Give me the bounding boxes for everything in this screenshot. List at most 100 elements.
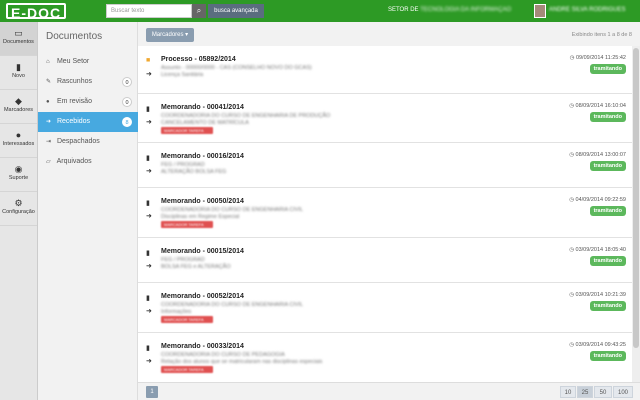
sidebar-item-recebidos[interactable]: ➜ Recebidos 8 [38, 112, 138, 132]
document-date: ◷ 09/09/2014 11:25:42 [570, 55, 626, 61]
status-badge: tramitando [589, 256, 626, 266]
document-row[interactable]: ▮ ➜ Memorando - 00033/2014 COORDENADORIA… [138, 333, 632, 382]
document-origin: Assunto - 00000/0000 - CAS (CONSELHO NOV… [161, 65, 312, 71]
sign-in-icon: ➜ [146, 263, 152, 270]
document-row[interactable]: ▮ ➜ Memorando - 00041/2014 COORDENADORIA… [138, 94, 632, 143]
file-icon: ▮ [146, 200, 150, 207]
document-origin: FEG / PROGRAD [161, 162, 205, 168]
search-icon: ⌕ [196, 6, 202, 15]
document-origin: COORDENADORIA DO CURSO DE ENGENHARIA CIV… [161, 207, 304, 213]
page-size-10[interactable]: 10 [560, 386, 576, 398]
pagination-bar: 1 10 25 50 100 [138, 382, 640, 400]
document-title[interactable]: Memorando - 00015/2014 [161, 248, 244, 255]
date-text: 08/09/2014 16:10:04 [575, 103, 626, 109]
date-text: 08/09/2014 13:00:07 [575, 152, 626, 158]
top-bar: E-DOC Buscar texto ⌕ busca avançada SETO… [0, 0, 640, 22]
status-badge: tramitando [589, 351, 626, 361]
file-icon: ▮ [146, 106, 150, 113]
status-badge: tramitando [589, 301, 626, 311]
count-badge: 8 [122, 117, 132, 127]
document-subject: Licença Sanitária [161, 72, 204, 78]
sign-in-icon: ➜ [146, 308, 152, 315]
advanced-search-button[interactable]: busca avançada [208, 4, 264, 18]
page-size-25[interactable]: 25 [577, 386, 593, 398]
app-logo[interactable]: E-DOC [6, 3, 67, 21]
sidebar-item-label: Arquivados [56, 158, 92, 165]
date-text: 04/09/2014 09:22:59 [575, 197, 626, 203]
home-icon: ⌂ [46, 59, 50, 65]
nav-label: Novo [12, 73, 25, 79]
nav-item-interessados[interactable]: ● Interessados [0, 124, 37, 158]
count-badge: 0 [122, 77, 132, 87]
file-icon: ▮ [146, 155, 150, 162]
document-subject: Informações [161, 309, 192, 315]
nav-item-configuracao[interactable]: ⚙ Configuração [0, 192, 37, 226]
cogs-icon: ⚙ [14, 198, 23, 208]
document-subject: Disciplinas em Regime Especial [161, 214, 240, 220]
nav-item-suporte[interactable]: ◉ Suporte [0, 158, 37, 192]
status-badge: tramitando [589, 64, 626, 74]
nav-item-marcadores[interactable]: ◆ Marcadores [0, 90, 37, 124]
document-row[interactable]: ■ ➜ Processo - 05892/2014 Assunto - 0000… [138, 46, 632, 94]
list-scrollbar[interactable] [632, 46, 640, 382]
document-subject: Relação dos alunos que se matricularam n… [161, 359, 323, 365]
sidebar-item-arquivados[interactable]: ▱ Arquivados [38, 152, 138, 172]
document-date: ◷ 03/09/2014 09:43:25 [569, 342, 626, 348]
marker-tag[interactable]: MARCADOR TAREFA [161, 127, 213, 134]
status-badge: tramitando [589, 161, 626, 171]
sidebar-item-em-revisao[interactable]: ● Em revisão 0 [38, 92, 138, 112]
document-date: ◷ 04/09/2014 09:22:59 [569, 197, 626, 203]
nav-item-documentos[interactable]: ▭ Documentos [0, 22, 37, 56]
sign-in-icon: ➜ [146, 71, 152, 78]
document-title[interactable]: Processo - 05892/2014 [161, 56, 236, 63]
status-badge: tramitando [589, 112, 626, 122]
sidebar-item-label: Despachados [56, 138, 100, 145]
document-title[interactable]: Memorando - 00050/2014 [161, 198, 244, 205]
sidebar-item-rascunhos[interactable]: ✎ Rascunhos 0 [38, 72, 138, 92]
marker-tag[interactable]: MARCADOR TAREFA [161, 366, 213, 373]
sidebar-item-despachados[interactable]: ⇥ Despachados [38, 132, 138, 152]
document-title[interactable]: Memorando - 00016/2014 [161, 153, 244, 160]
nav-label: Marcadores [3, 107, 34, 113]
sign-in-icon: ➜ [146, 168, 152, 175]
file-icon: ▮ [146, 345, 150, 352]
items-count: Exibindo itens 1 a 8 de 8 [571, 32, 632, 38]
page-size-100[interactable]: 100 [613, 386, 633, 398]
page-button-1[interactable]: 1 [146, 386, 158, 398]
marker-tag[interactable]: MARCADOR TAREFA [161, 316, 213, 323]
user-menu[interactable]: ANDRÉ SILVA RODRIGUES [549, 7, 625, 13]
page-size-50[interactable]: 50 [594, 386, 612, 398]
tags-icon: ◆ [15, 96, 22, 106]
marcadores-dropdown[interactable]: Marcadores ▾ [146, 28, 194, 42]
date-text: 09/09/2014 11:25:42 [575, 55, 626, 61]
document-row[interactable]: ▮ ➜ Memorando - 00016/2014 FEG / PROGRAD… [138, 143, 632, 188]
sign-out-icon: ⇥ [46, 139, 52, 145]
document-date: ◷ 03/09/2014 10:21:39 [569, 292, 626, 298]
nav-label: Configuração [2, 209, 35, 215]
date-text: 03/09/2014 10:21:39 [575, 292, 626, 298]
sign-in-icon: ➜ [46, 119, 52, 125]
nav-item-novo[interactable]: ▮ Novo [0, 56, 37, 90]
avatar[interactable] [534, 4, 546, 18]
count-badge: 0 [122, 97, 132, 107]
setor-selector[interactable]: SETOR DE TECNOLOGIA DA INFORMAÇÃO [388, 7, 511, 13]
folder-list: ⌂ Meu Setor ✎ Rascunhos 0 ● Em revisão 0… [38, 52, 138, 172]
sidebar-item-meu-setor[interactable]: ⌂ Meu Setor [38, 52, 138, 72]
documents-sidebar: Documentos ⌂ Meu Setor ✎ Rascunhos 0 ● E… [38, 22, 138, 400]
document-title[interactable]: Memorando - 00052/2014 [161, 293, 244, 300]
sidebar-item-label: Meu Setor [56, 58, 90, 65]
sign-in-icon: ➜ [146, 119, 152, 126]
document-row[interactable]: ▮ ➜ Memorando - 00050/2014 COORDENADORIA… [138, 188, 632, 238]
sidebar-item-label: Recebidos [56, 118, 91, 125]
inbox-icon: ▭ [14, 28, 23, 38]
document-title[interactable]: Memorando - 00033/2014 [161, 343, 244, 350]
marker-tag[interactable]: MARCADOR TAREFA [161, 221, 213, 228]
search-input[interactable]: Buscar texto [106, 4, 192, 18]
document-date: ◷ 03/09/2014 18:05:40 [569, 247, 626, 253]
document-row[interactable]: ▮ ➜ Memorando - 00052/2014 COORDENADORIA… [138, 283, 632, 333]
document-row[interactable]: ▮ ➜ Memorando - 00015/2014 FEG / PROGRAD… [138, 238, 632, 283]
scroll-thumb[interactable] [633, 48, 639, 348]
search-button[interactable]: ⌕ [192, 4, 206, 18]
document-title[interactable]: Memorando - 00041/2014 [161, 104, 244, 111]
document-date: ◷ 08/09/2014 16:10:04 [569, 103, 626, 109]
